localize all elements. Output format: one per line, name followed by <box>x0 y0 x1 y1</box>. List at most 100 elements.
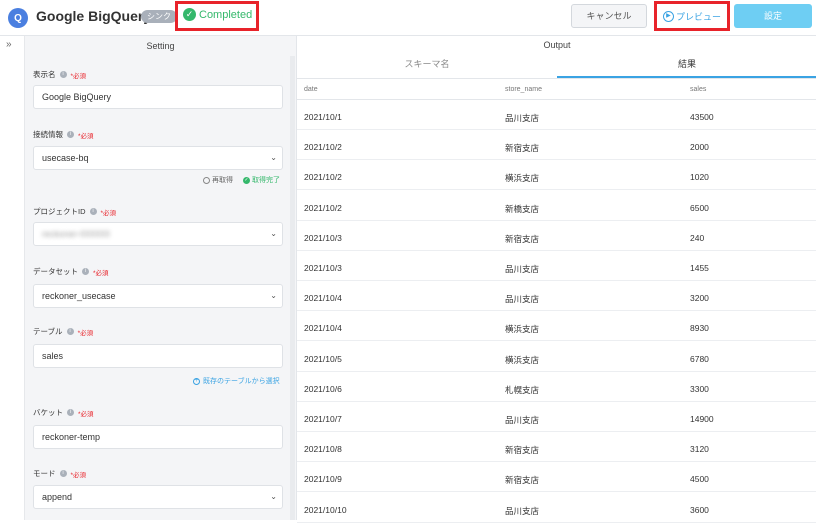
bigquery-logo-icon: Q <box>8 8 28 28</box>
table-cell: 2021/10/4 <box>304 293 342 304</box>
table-cell: 品川支店 <box>505 505 540 516</box>
table-label: テーブル i *必須 <box>33 327 94 337</box>
cancel-button[interactable]: キャンセル <box>571 4 647 28</box>
table-row: 2021/10/5 横浜支店 6780 <box>297 342 816 372</box>
chevron-down-icon: ⌄ <box>270 291 277 300</box>
table-row: 2021/10/3 新宿支店 240 <box>297 221 816 251</box>
mode-select[interactable]: append ⌄ <box>33 485 283 509</box>
table-cell: 品川支店 <box>505 294 540 305</box>
table-cell: 新宿支店 <box>505 445 540 456</box>
sidebar-collapse: » <box>0 36 25 520</box>
top-bar: Q Google BigQuery シンク ✓ Completed キャンセル … <box>0 0 816 36</box>
display-name-label: 表示名 i *必須 <box>33 70 87 80</box>
table-cell: 新宿支店 <box>505 233 540 244</box>
check-circle-icon: ✓ <box>183 8 196 21</box>
table-cell: 新橋支店 <box>505 203 540 214</box>
column-header: date <box>304 86 318 93</box>
setting-title: Setting <box>146 41 175 51</box>
table-cell: 6780 <box>690 353 709 364</box>
table-cell: 2021/10/9 <box>304 474 342 485</box>
dataset-label: データセット i *必須 <box>33 267 109 277</box>
display-name-input[interactable]: Google BigQuery <box>33 85 283 109</box>
table-cell: 新宿支店 <box>505 475 540 486</box>
connection-label: 接続情報 i *必須 <box>33 130 94 140</box>
column-header: store_name <box>505 86 542 93</box>
choose-existing-table-link[interactable]: + 既存のテーブルから選択 <box>193 376 280 386</box>
table-cell: 2021/10/10 <box>304 504 347 515</box>
dataset-select[interactable]: reckoner_usecase ⌄ <box>33 284 283 308</box>
chevron-down-icon: ⌄ <box>270 492 277 501</box>
table-cell: 品川支店 <box>505 113 540 123</box>
app-title: Google BigQuery <box>36 8 152 24</box>
table-cell: 新宿支店 <box>505 143 540 154</box>
info-icon: i <box>66 328 74 335</box>
chevron-down-icon: ⌄ <box>270 153 277 162</box>
table-cell: 2021/10/3 <box>304 232 342 243</box>
preview-button[interactable]: ▶ プレビュー <box>659 4 725 28</box>
column-header: sales <box>690 86 707 93</box>
table-row: 2021/10/2 新宿支店 2000 <box>297 130 816 161</box>
tab-result[interactable]: 結果 <box>557 60 816 78</box>
table-cell: 43500 <box>690 112 714 122</box>
table-cell: 2021/10/2 <box>304 202 342 213</box>
table-cell: 2021/10/7 <box>304 414 342 424</box>
table-cell: 品川支店 <box>505 264 540 274</box>
table-cell: 2021/10/3 <box>304 263 342 273</box>
status-indicator: ✓ Completed <box>183 8 252 21</box>
double-chevron-right-icon[interactable]: » <box>6 39 12 50</box>
refetch-button[interactable]: 再取得 <box>203 175 233 185</box>
refresh-icon <box>203 176 210 184</box>
table-cell: 2021/10/2 <box>304 142 342 153</box>
setting-panel: Setting 表示名 i *必須 Google BigQuery 接続情報 i *必須… <box>25 36 296 520</box>
table-cell: 2021/10/4 <box>304 323 342 334</box>
table-header: date store_name sales <box>297 78 816 100</box>
output-panel: Output スキーマ名 結果 date store_name sales 20… <box>296 36 816 523</box>
table-cell: 4500 <box>690 474 709 485</box>
table-cell: 6500 <box>690 202 709 213</box>
preview-label: プレビュー <box>675 11 721 22</box>
check-circle-icon: ✓ <box>243 176 250 184</box>
table-row: 2021/10/7 品川支店 14900 <box>297 402 816 432</box>
info-icon: i <box>89 208 97 215</box>
setting-scrollbar[interactable] <box>290 56 295 520</box>
info-icon: i <box>59 71 67 78</box>
table-cell: 2021/10/6 <box>304 383 342 394</box>
info-icon: i <box>67 409 74 416</box>
project-select[interactable]: reckoner-000000 ⌄ <box>33 222 283 246</box>
table-cell: 1455 <box>690 263 709 273</box>
info-icon: i <box>82 268 89 275</box>
table-cell: 14900 <box>690 414 714 424</box>
output-title: Output <box>543 40 571 50</box>
table-cell: 8930 <box>690 323 709 334</box>
sink-badge: シンク <box>141 10 177 23</box>
info-icon: i <box>59 470 67 477</box>
fetched-status: ✓ 取得完了 <box>243 176 280 184</box>
connection-select[interactable]: usecase-bq ⌄ <box>33 146 283 170</box>
plus-circle-icon: + <box>193 377 200 385</box>
table-row: 2021/10/3 品川支店 1455 <box>297 251 816 281</box>
table-cell: 1020 <box>690 172 709 183</box>
table-cell: 2021/10/8 <box>304 444 342 455</box>
table-cell: 3600 <box>690 504 709 515</box>
table-input[interactable]: sales <box>33 344 283 368</box>
tab-schema[interactable]: スキーマ名 <box>297 60 557 78</box>
mode-label: モード i *必須 <box>33 469 87 479</box>
table-row: 2021/10/2 横浜支店 1020 <box>297 160 816 191</box>
bucket-input[interactable]: reckoner-temp <box>33 425 283 449</box>
table-row: 2021/10/4 横浜支店 8930 <box>297 311 816 342</box>
table-row: 2021/10/6 札幌支店 3300 <box>297 372 816 402</box>
table-cell: 3200 <box>690 293 709 304</box>
table-row: 2021/10/9 新宿支店 4500 <box>297 462 816 493</box>
table-cell: 横浜支店 <box>505 324 540 335</box>
table-cell: 2021/10/1 <box>304 112 342 122</box>
chevron-down-icon: ⌄ <box>270 229 277 238</box>
table-cell: 240 <box>690 232 705 243</box>
table-cell: 2021/10/2 <box>304 172 342 183</box>
table-cell: 札幌支店 <box>505 384 540 395</box>
play-icon: ▶ <box>662 10 674 22</box>
table-row: 2021/10/4 品川支店 3200 <box>297 281 816 312</box>
table-row: 2021/10/8 新宿支店 3120 <box>297 432 816 463</box>
settings-button[interactable]: 設定 <box>734 4 812 28</box>
table-cell: 品川支店 <box>505 415 540 425</box>
table-cell: 横浜支店 <box>505 354 540 365</box>
